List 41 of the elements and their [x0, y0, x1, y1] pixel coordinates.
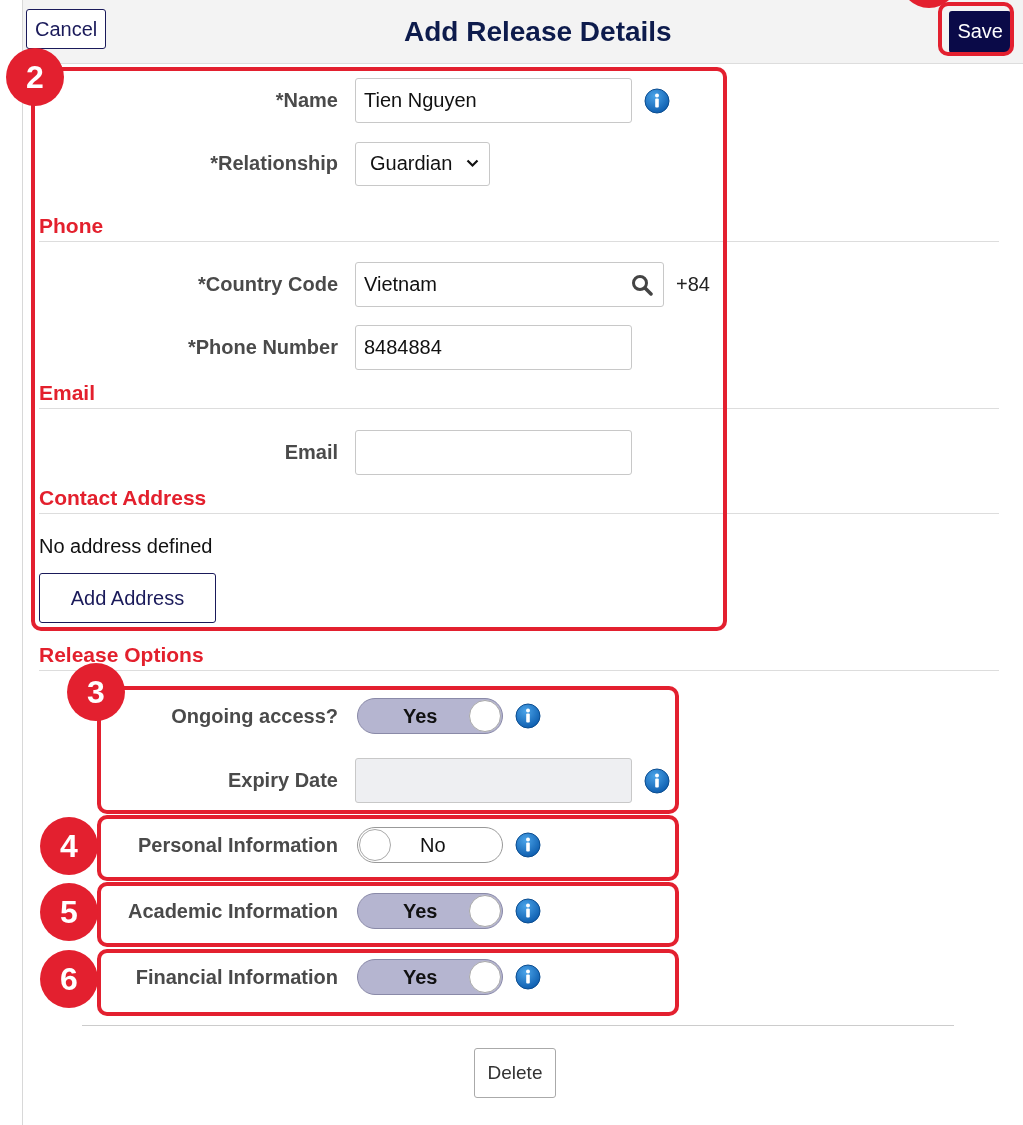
info-icon[interactable] [515, 964, 541, 990]
info-icon[interactable] [515, 898, 541, 924]
relationship-dropdown[interactable]: Guardian [355, 141, 490, 186]
field-label: Expiry Date [227, 769, 338, 791]
step-badge: 3 [67, 663, 125, 721]
page-title: Add Release Details [404, 15, 672, 48]
text-field[interactable]: 8484884 [355, 325, 632, 370]
add-address-button[interactable]: Add Address [39, 573, 216, 623]
cancel-button[interactable]: Cancel [26, 9, 107, 49]
toggle-switch[interactable]: No [357, 827, 503, 863]
field-label: Ongoing access? [171, 704, 338, 727]
toggle-switch[interactable]: Yes [357, 698, 503, 734]
field-label: *Phone Number [187, 336, 338, 358]
field-label: Financial Information [135, 965, 338, 988]
step-badge: 5 [40, 883, 98, 941]
section-heading: Phone [39, 195, 999, 242]
info-icon[interactable] [515, 832, 541, 858]
chevron-icon [466, 159, 479, 168]
toggle-switch[interactable]: Yes [357, 893, 503, 929]
field-label: Personal Information [137, 833, 338, 856]
field-label: *Name [275, 89, 338, 111]
section-heading: Contact Address [39, 484, 999, 514]
field-label: Academic Information [127, 899, 338, 922]
step-badge: 4 [40, 817, 98, 875]
search-icon[interactable] [631, 273, 653, 296]
info-icon[interactable] [515, 703, 541, 729]
step-badge: 2 [6, 48, 64, 106]
field-label: *Country Code [198, 273, 338, 295]
delete-button[interactable]: Delete [474, 1048, 556, 1098]
empty-note: No address defined [39, 534, 214, 559]
step-badge: 6 [40, 950, 98, 1008]
save-button[interactable]: Save [949, 10, 1011, 53]
text-field[interactable] [355, 430, 632, 475]
text-field[interactable]: Tien Nguyen [355, 78, 632, 123]
info-icon[interactable] [644, 87, 670, 114]
country-field[interactable]: Vietnam [355, 262, 664, 307]
toggle-switch[interactable]: Yes [357, 959, 503, 995]
dial-code: +84 [676, 273, 710, 296]
field-label: Email [284, 441, 338, 463]
field-label: *Relationship [210, 152, 338, 174]
section-heading: Email [39, 379, 999, 409]
